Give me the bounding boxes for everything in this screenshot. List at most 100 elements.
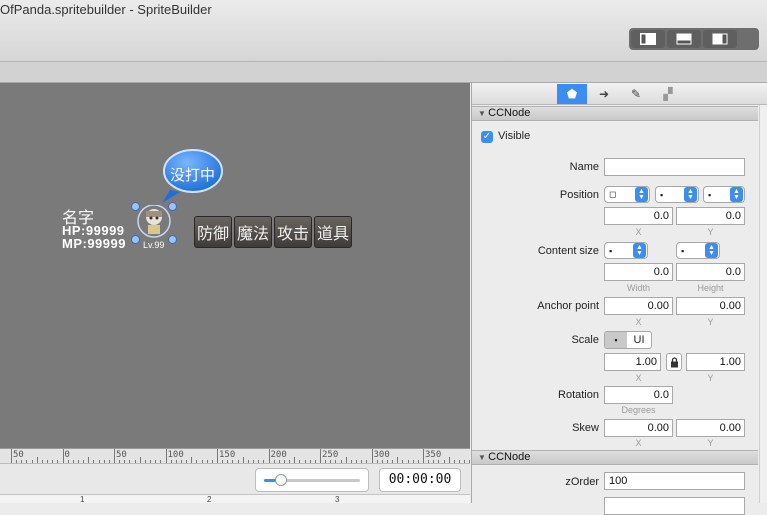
name-field[interactable] — [604, 158, 745, 176]
scale-type-ui[interactable]: UI — [627, 332, 651, 348]
position-x-type-popup[interactable]: ▪ ▲ ▼ — [655, 186, 699, 203]
zorder-label: zOrder — [565, 476, 599, 488]
ruler-tick — [423, 449, 424, 463]
zorder-field[interactable]: 100 — [604, 472, 745, 490]
ruler-tick — [453, 460, 455, 463]
ruler-tick — [83, 460, 85, 463]
ruler-tick — [16, 460, 18, 463]
ruler-tick — [443, 460, 445, 463]
ruler-tick — [438, 460, 440, 463]
ruler-tick — [237, 460, 239, 463]
ruler-tick — [150, 460, 152, 463]
position-y-field[interactable]: 0.0 — [676, 207, 745, 225]
tab-physics[interactable]: ✎ — [621, 84, 651, 104]
ruler-tick — [314, 460, 316, 463]
next-field-partial[interactable] — [604, 497, 745, 515]
anchor-x-field[interactable]: 0.00 — [604, 297, 673, 315]
scale-lock-toggle[interactable] — [666, 353, 682, 371]
ruler-tick — [114, 449, 115, 463]
rotation-field[interactable]: 0.0 — [604, 386, 673, 404]
scale-label: Scale — [571, 334, 599, 346]
left-panel-toggle[interactable] — [631, 30, 665, 48]
level-text: Lv.99 — [143, 240, 165, 250]
ruler-tick — [62, 449, 64, 463]
ruler-tick — [139, 457, 141, 463]
ruler-tick — [330, 460, 332, 463]
popup-value: ▪ — [660, 189, 664, 200]
tab-templates[interactable]: ▞ — [653, 84, 683, 104]
ruler-tick — [340, 460, 342, 463]
section-header-ccnode[interactable]: ▼ CCNode — [472, 106, 758, 121]
content-width-type-popup[interactable]: ▪ ▲ ▼ — [604, 242, 648, 259]
content-height-type-popup[interactable]: ▪ ▲ ▼ — [676, 242, 720, 259]
command-button-defend[interactable]: 防御 — [194, 216, 232, 248]
right-panel-icon — [712, 33, 728, 45]
ruler-tick — [320, 449, 321, 463]
anchor-y-field[interactable]: 0.00 — [676, 297, 745, 315]
ruler-tick — [191, 457, 193, 463]
ruler-label: 200 — [270, 450, 287, 460]
inspector-scrollbar[interactable] — [759, 105, 767, 503]
scale-x-caption: X — [635, 373, 642, 383]
content-width-field[interactable]: 0.0 — [604, 263, 673, 281]
scale-y-field[interactable]: 1.00 — [686, 353, 745, 371]
popup-arrows-icon: ▲ ▼ — [635, 187, 648, 202]
right-panel-toggle[interactable] — [703, 30, 737, 48]
bottom-panel-toggle[interactable] — [667, 30, 701, 48]
scale-type-point[interactable]: ▪ — [605, 332, 627, 348]
tab-code-connections[interactable]: ➜ — [589, 84, 619, 104]
position-y-type-popup[interactable]: ▪ ▲ ▼ — [703, 186, 745, 203]
ruler-tick — [31, 460, 33, 463]
selection-handle[interactable] — [168, 235, 177, 244]
timeline-ruler[interactable]: 5005010015020025030035040 — [0, 448, 470, 464]
inspector-panel: ⬟ ➜ ✎ ▞ ▼ CCNode ✓ Visible Name Position… — [471, 83, 767, 515]
position-y-caption: Y — [707, 227, 714, 237]
ruler-tick — [201, 460, 203, 463]
ruler-tick — [350, 460, 352, 463]
visible-checkbox[interactable]: ✓ — [481, 131, 493, 143]
ruler-tick — [325, 460, 327, 463]
ruler-tick — [170, 460, 172, 463]
scale-x-field[interactable]: 1.00 — [604, 353, 661, 371]
physics-pin-icon: ✎ — [630, 87, 642, 101]
selection-handle[interactable] — [168, 202, 177, 211]
speech-text: 没打中 — [170, 167, 216, 184]
section-title: CCNode — [488, 107, 531, 119]
scene-canvas[interactable]: 没打中 名字 HP:99999 MP:99999 Lv.99 防御 魔法 攻击 … — [0, 83, 470, 448]
skew-y-field[interactable]: 0.00 — [676, 419, 745, 437]
ruler-tick — [129, 460, 131, 463]
position-corner-popup[interactable]: ◻ ▲ ▼ — [604, 186, 650, 203]
ruler-label: 50 — [116, 450, 127, 460]
panel-toggle-group — [629, 28, 759, 50]
section-title: CCNode — [488, 451, 531, 463]
ruler-tick — [397, 457, 399, 463]
position-label: Position — [559, 189, 599, 201]
selection-handle[interactable] — [131, 202, 140, 211]
ruler-label: 300 — [373, 450, 390, 460]
position-x-field[interactable]: 0.0 — [604, 207, 673, 225]
lock-icon — [670, 356, 678, 367]
command-button-magic[interactable]: 魔法 — [234, 216, 272, 248]
command-button-item[interactable]: 道具 — [314, 216, 352, 248]
toolbar-strip — [0, 62, 767, 83]
ruler-tick — [211, 460, 213, 463]
slider-knob[interactable] — [275, 474, 288, 486]
ruler-tick — [108, 460, 110, 463]
popup-arrows-icon: ▲ ▼ — [684, 187, 697, 202]
skew-x-field[interactable]: 0.00 — [604, 419, 673, 437]
scale-y-caption: Y — [707, 373, 714, 383]
timeline-zoom-slider[interactable] — [255, 468, 369, 492]
time-display[interactable]: 00:00:00 — [379, 468, 461, 492]
scale-type-segmented: ▪ UI — [604, 331, 652, 349]
popup-value: ▪ — [708, 189, 712, 200]
section-header-ccnode-2[interactable]: ▼ CCNode — [472, 450, 758, 465]
command-button-attack[interactable]: 攻击 — [274, 216, 312, 248]
selection-handle[interactable] — [131, 235, 140, 244]
popup-value: ▪ — [681, 245, 685, 256]
disclosure-triangle-icon: ▼ — [478, 453, 489, 462]
ruler-tick — [273, 460, 275, 463]
checkmark-icon: ✓ — [482, 131, 492, 142]
ruler-tick — [417, 460, 419, 463]
content-height-field[interactable]: 0.0 — [676, 263, 745, 281]
tab-node-properties[interactable]: ⬟ — [557, 84, 587, 104]
